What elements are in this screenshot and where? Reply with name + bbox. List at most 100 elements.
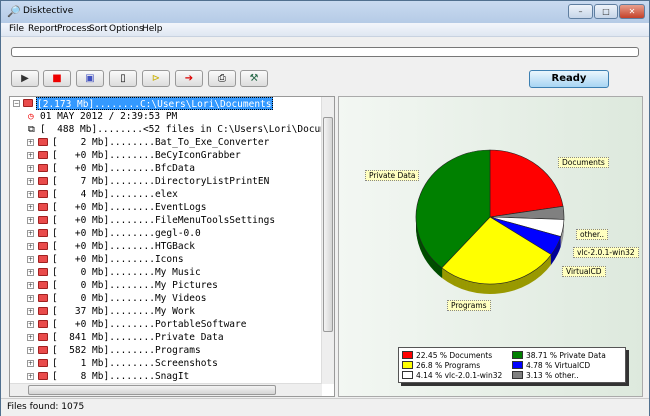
tree-item[interactable]: [ 841 Mb]........Private Data (52, 331, 224, 344)
legend-item: 3.13 % other.. (512, 370, 579, 381)
ready-button[interactable]: Ready (529, 70, 609, 88)
swatch (512, 361, 523, 369)
tree-item[interactable]: [ 2 Mb]........Bat_To_Exe_Converter (52, 136, 269, 149)
tree-item[interactable]: [ 4 Mb]........elex (52, 188, 178, 201)
tree-item[interactable]: [ 37 Mb]........My Work (52, 305, 195, 318)
menu-report[interactable]: Report (28, 24, 58, 34)
tree-item[interactable]: [ +0 Mb]........PortableSoftware (52, 318, 246, 331)
folder-icon (38, 294, 48, 302)
expand-icon[interactable]: + (27, 191, 34, 198)
legend-text: 4.14 % vlc-2.0.1-win32 (416, 371, 503, 380)
status-bar: Files found: 1075 (1, 398, 649, 416)
folder-icon (38, 242, 48, 250)
horizontal-scrollbar[interactable] (10, 383, 322, 396)
tree-item[interactable]: [ +0 Mb]........gegl-0.0 (52, 227, 201, 240)
collapse-icon[interactable]: − (13, 100, 20, 107)
tree-item[interactable]: [ 1 Mb]........Screenshots (52, 357, 218, 370)
export-button[interactable]: ➔ (175, 70, 203, 87)
label-virtualcd: VirtualCD (562, 266, 606, 277)
expand-icon[interactable]: + (27, 204, 34, 211)
expand-icon[interactable]: + (27, 139, 34, 146)
folder-icon (38, 359, 48, 367)
expand-icon[interactable]: + (27, 165, 34, 172)
expand-icon[interactable]: + (27, 217, 34, 224)
pie-slice-documents[interactable] (489, 149, 564, 218)
folder-icon (38, 372, 48, 380)
expand-icon[interactable]: + (27, 243, 34, 250)
root-node[interactable]: [2.173 Mb]........C:\Users\Lori\Document… (36, 97, 273, 110)
scan-date: 01 MAY 2012 / 2:39:53 PM (40, 111, 178, 122)
clock-icon: ◷ (28, 111, 34, 122)
expand-icon[interactable]: + (27, 334, 34, 341)
tree-item[interactable]: [ 0 Mb]........My Music (52, 266, 201, 279)
open-folder-icon: ⊳ (151, 73, 161, 84)
open-folder-icon (23, 99, 33, 107)
tree-item[interactable]: [ 0 Mb]........My Pictures (52, 279, 218, 292)
menu-help[interactable]: Help (142, 24, 163, 34)
minimize-button[interactable]: – (568, 4, 593, 19)
expand-icon[interactable]: + (27, 269, 34, 276)
expand-icon[interactable]: + (27, 373, 34, 380)
folder-icon (38, 151, 48, 159)
files-node[interactable]: [ 488 Mb]........<52 files in C:\Users\L… (40, 123, 334, 136)
tree-item[interactable]: [ +0 Mb]........BfcData (52, 162, 195, 175)
tools-icon: ⚒ (249, 73, 259, 84)
folder-icon (38, 216, 48, 224)
tree-item[interactable]: [ 8 Mb]........SnagIt (52, 370, 189, 383)
expand-icon[interactable]: + (27, 321, 34, 328)
expand-icon[interactable]: + (27, 152, 34, 159)
label-other: other.. (576, 229, 609, 240)
swatch (402, 351, 413, 359)
label-programs: Programs (447, 300, 491, 311)
folder-icon (38, 346, 48, 354)
tree-item[interactable]: [ 582 Mb]........Programs (52, 344, 201, 357)
vertical-scrollbar[interactable] (321, 97, 334, 384)
expand-icon[interactable]: + (27, 295, 34, 302)
expand-icon[interactable]: + (27, 178, 34, 185)
menu-sort[interactable]: Sort (89, 24, 107, 34)
folder-icon (38, 333, 48, 341)
hscroll-thumb[interactable] (28, 385, 276, 395)
folder-tree[interactable]: − [2.173 Mb]........C:\Users\Lori\Docume… (9, 96, 335, 397)
tree-item[interactable]: [ 0 Mb]........My Videos (52, 292, 206, 305)
expand-icon[interactable]: + (27, 256, 34, 263)
tree-item[interactable]: [ +0 Mb]........FileMenuToolsSettings (52, 214, 275, 227)
open-button[interactable]: ⊳ (142, 70, 170, 87)
stop-button[interactable]: ■ (43, 70, 71, 87)
expand-icon[interactable]: + (27, 347, 34, 354)
swatch (512, 351, 523, 359)
folder-icon (38, 281, 48, 289)
tree-item[interactable]: [ +0 Mb]........Icons (52, 253, 184, 266)
label-documents: Documents (558, 157, 609, 168)
menu-process[interactable]: Process (57, 24, 91, 34)
expand-icon[interactable]: + (27, 360, 34, 367)
folder-icon (38, 255, 48, 263)
save-icon: ▣ (85, 73, 95, 84)
new-button[interactable]: ▯ (109, 70, 137, 87)
expand-icon[interactable]: + (27, 230, 34, 237)
tools-button[interactable]: ⚒ (240, 70, 268, 87)
legend-text: 4.78 % VirtualCD (526, 361, 591, 370)
tree-item[interactable]: [ +0 Mb]........BeCyIconGrabber (52, 149, 241, 162)
scroll-thumb[interactable] (323, 117, 333, 332)
expand-icon[interactable]: + (27, 308, 34, 315)
expand-icon[interactable]: + (27, 282, 34, 289)
menu-options[interactable]: Options (109, 24, 144, 34)
tree-item[interactable]: [ +0 Mb]........EventLogs (52, 201, 206, 214)
tree-item[interactable]: [ +0 Mb]........HTGBack (52, 240, 195, 253)
legend-text: 26.8 % Programs (416, 361, 481, 370)
menu-file[interactable]: File (9, 24, 24, 34)
maximize-button[interactable]: □ (594, 4, 618, 19)
progress-bar (11, 47, 639, 57)
swatch (402, 361, 413, 369)
close-button[interactable]: ✕ (619, 4, 645, 19)
label-vlc: vlc-2.0.1-win32 (573, 247, 639, 258)
save-button[interactable]: ▣ (76, 70, 104, 87)
folder-icon (38, 229, 48, 237)
tree-item[interactable]: [ 7 Mb]........DirectoryListPrintEN (52, 175, 269, 188)
start-button[interactable]: ▶ (11, 70, 39, 87)
print-button[interactable]: ⎙ (208, 70, 236, 87)
folder-icon (38, 268, 48, 276)
swatch (402, 371, 413, 379)
folder-icon (38, 203, 48, 211)
